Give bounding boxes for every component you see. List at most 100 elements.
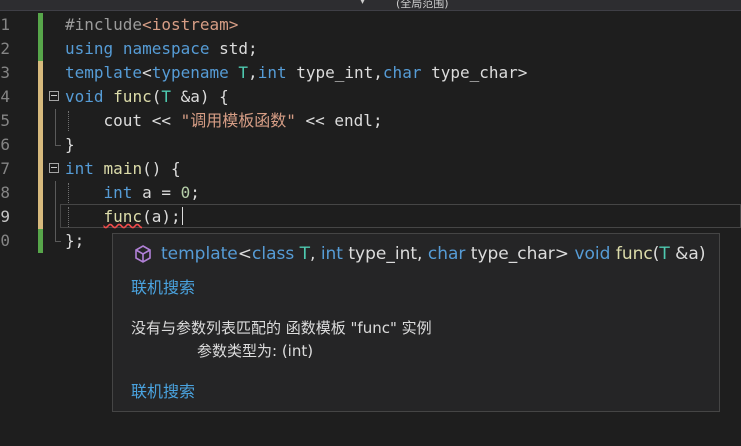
line-number: 8 xyxy=(0,183,10,202)
line-number: 5 xyxy=(0,111,10,130)
outline-guide-end xyxy=(55,241,61,242)
code-text[interactable]: void func(T &a) { xyxy=(65,85,229,109)
code-token: void xyxy=(65,87,104,106)
code-text[interactable]: int main() { xyxy=(65,157,181,181)
code-line-8[interactable]: 8 int a = 0; xyxy=(0,181,741,205)
code-token: func xyxy=(615,244,653,264)
line-number: 0 xyxy=(0,231,10,250)
line-number: 7 xyxy=(0,159,10,178)
code-text[interactable]: func(a); xyxy=(65,205,183,229)
code-token: ; xyxy=(190,183,200,202)
outline-guide xyxy=(55,181,56,205)
code-text[interactable]: int a = 0; xyxy=(65,181,200,205)
code-token: int xyxy=(65,159,94,178)
error-message: 没有与参数列表匹配的 函数模板 "func" 实例 xyxy=(131,319,432,337)
code-token: 0 xyxy=(180,183,191,202)
code-line-4[interactable]: 4 void func(T &a) { xyxy=(0,85,741,109)
code-token: T xyxy=(161,87,171,106)
code-line-6[interactable]: 6 } xyxy=(0,133,741,157)
code-token: template xyxy=(161,244,238,264)
line-number: 2 xyxy=(0,39,10,58)
code-token: class xyxy=(252,244,295,264)
code-token: int xyxy=(103,183,133,202)
text-caret xyxy=(181,207,183,225)
code-token: char xyxy=(427,244,466,264)
code-token: T xyxy=(238,63,249,82)
chevron-down-icon[interactable]: ▾ xyxy=(360,0,365,7)
code-line-3[interactable]: 3 template<typename T,int type_int,char … xyxy=(0,61,741,85)
scope-dropdown[interactable]: (全局范围) xyxy=(396,0,449,10)
code-line-9[interactable]: 9 func(a); xyxy=(0,204,741,229)
code-line-1[interactable]: 1 #include<iostream> xyxy=(0,13,741,37)
scope-bar: ▾ (全局范围) xyxy=(0,0,741,11)
code-token: type_char> xyxy=(465,244,575,264)
code-token: typename xyxy=(151,63,229,82)
code-token: "调用模板函数" xyxy=(180,111,296,130)
code-token: < xyxy=(142,63,152,82)
code-token: , xyxy=(310,244,321,264)
code-token: (a); xyxy=(142,207,181,226)
code-text[interactable]: cout << "调用模板函数" << endl; xyxy=(65,109,383,133)
change-marker xyxy=(38,61,43,85)
code-text[interactable]: #include<iostream> xyxy=(65,13,238,37)
code-token: <iostream> xyxy=(142,15,239,34)
code-token: () { xyxy=(142,159,181,178)
code-token: a = xyxy=(132,183,181,202)
code-line-7[interactable]: 7 int main() { xyxy=(0,157,741,181)
code-token: #include xyxy=(65,15,143,34)
search-online-link[interactable]: 联机搜索 xyxy=(131,274,195,298)
code-token: } xyxy=(65,135,75,154)
change-marker xyxy=(38,229,43,253)
code-token: template xyxy=(65,63,143,82)
code-editor[interactable]: 1 #include<iostream> 2 using namespace s… xyxy=(0,13,741,253)
line-number: 4 xyxy=(0,87,10,106)
code-token: &a) xyxy=(669,244,706,264)
change-marker xyxy=(38,109,43,133)
code-token: &a) { xyxy=(170,87,229,106)
code-text[interactable]: }; xyxy=(65,229,84,253)
change-marker xyxy=(38,181,43,205)
change-marker xyxy=(38,85,43,109)
outline-guide xyxy=(55,229,56,241)
cube-icon xyxy=(135,245,151,263)
code-token: }; xyxy=(65,231,85,250)
code-token: < xyxy=(237,244,252,264)
code-token: int xyxy=(320,244,343,264)
collapse-icon[interactable] xyxy=(49,163,59,173)
code-token: namespace xyxy=(122,39,210,58)
line-number: 9 xyxy=(0,207,10,226)
code-line-5[interactable]: 5 cout << "调用模板函数" << endl; xyxy=(0,109,741,133)
tooltip-signature: template<class T, int type_int, char typ… xyxy=(161,243,705,265)
code-text[interactable]: using namespace std; xyxy=(65,37,258,61)
outline-guide xyxy=(55,205,56,229)
code-text[interactable]: } xyxy=(65,133,75,157)
code-token: type_char> xyxy=(421,63,528,82)
quick-info-tooltip: template<class T, int type_int, char typ… xyxy=(112,233,720,412)
search-online-link[interactable]: 联机搜索 xyxy=(131,378,195,402)
code-token: int xyxy=(257,63,287,82)
code-token: main xyxy=(103,159,143,178)
change-marker xyxy=(38,133,43,157)
code-line-2[interactable]: 2 using namespace std; xyxy=(0,37,741,61)
code-text[interactable]: template<typename T,int type_int,char ty… xyxy=(65,61,527,85)
change-marker xyxy=(38,157,43,181)
code-token: func xyxy=(103,207,143,226)
change-marker xyxy=(38,13,43,37)
code-token: T xyxy=(299,244,310,264)
outline-guide-end xyxy=(55,145,61,146)
outline-guide xyxy=(55,109,56,133)
change-marker xyxy=(38,37,43,61)
code-token: using xyxy=(65,39,114,58)
code-token: std; xyxy=(209,39,258,58)
code-token: T xyxy=(659,244,670,264)
code-token: type_int, xyxy=(286,63,383,82)
collapse-icon[interactable] xyxy=(49,91,59,101)
code-token: ( xyxy=(151,87,162,106)
error-detail: 参数类型为: (int) xyxy=(197,342,314,360)
